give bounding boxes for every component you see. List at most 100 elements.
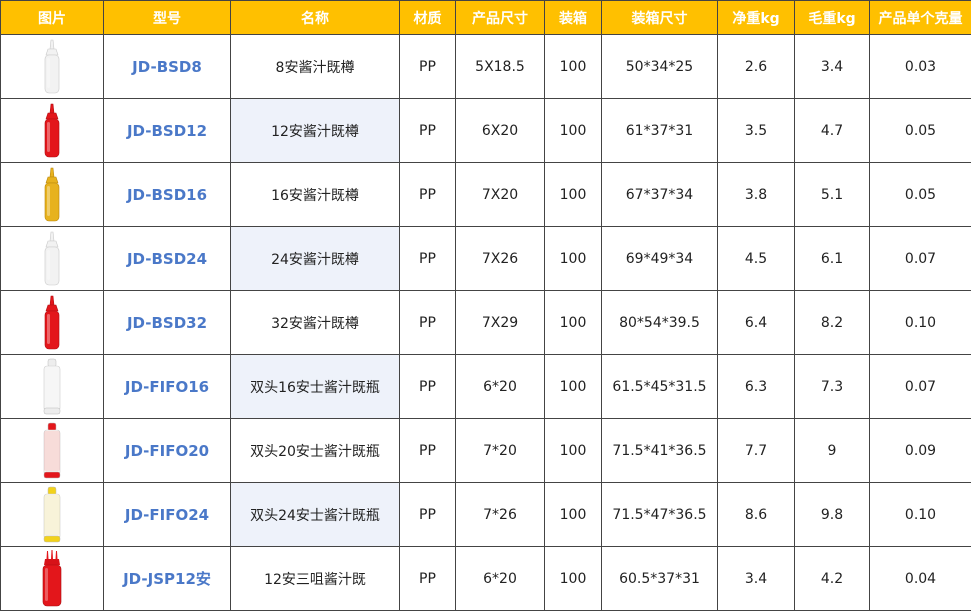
product-size: 7X26 (456, 227, 545, 291)
gross-weight: 5.1 (795, 163, 870, 227)
product-model: JD-FIFO20 (104, 419, 231, 483)
product-image-cell (1, 163, 104, 227)
product-image-cell (1, 419, 104, 483)
product-size: 6*20 (456, 547, 545, 611)
product-model: JD-BSD12 (104, 99, 231, 163)
product-material: PP (400, 163, 456, 227)
yellow-cap-fifo-bottle-image (1, 483, 103, 546)
product-size: 7X29 (456, 291, 545, 355)
pack-quantity: 100 (545, 355, 602, 419)
net-weight: 3.8 (718, 163, 795, 227)
carton-size: 71.5*47*36.5 (602, 483, 718, 547)
col-header-material: 材质 (400, 1, 456, 35)
product-material: PP (400, 483, 456, 547)
carton-size: 71.5*41*36.5 (602, 419, 718, 483)
table-body: JD-BSD88安酱汁既樽PP5X18.510050*34*252.63.40.… (1, 35, 971, 611)
red-squeeze-bottle-image (1, 291, 103, 354)
product-model: JD-BSD32 (104, 291, 231, 355)
unit-weight: 0.07 (870, 227, 971, 291)
pack-quantity: 100 (545, 35, 602, 99)
product-size: 7*20 (456, 419, 545, 483)
product-model: JD-FIFO16 (104, 355, 231, 419)
product-size: 7X20 (456, 163, 545, 227)
product-material: PP (400, 355, 456, 419)
header-row: 图片 型号 名称 材质 产品尺寸 装箱 装箱尺寸 净重kg 毛重kg 产品单个克… (1, 1, 971, 35)
product-image-cell (1, 483, 104, 547)
clear-fifo-bottle-image (1, 355, 103, 418)
gross-weight: 3.4 (795, 35, 870, 99)
unit-weight: 0.10 (870, 291, 971, 355)
product-image-cell (1, 355, 104, 419)
pack-quantity: 100 (545, 419, 602, 483)
carton-size: 69*49*34 (602, 227, 718, 291)
product-size: 6*20 (456, 355, 545, 419)
gross-weight: 4.7 (795, 99, 870, 163)
product-name: 双头16安士酱汁既瓶 (231, 355, 400, 419)
product-material: PP (400, 419, 456, 483)
gross-weight: 9 (795, 419, 870, 483)
table-row: JD-FIFO24双头24安士酱汁既瓶PP7*2610071.5*47*36.5… (1, 483, 971, 547)
gross-weight: 4.2 (795, 547, 870, 611)
red-squeeze-bottle-image (1, 99, 103, 162)
product-model: JD-BSD24 (104, 227, 231, 291)
product-image-cell (1, 547, 104, 611)
product-image-cell (1, 291, 104, 355)
table-header: 图片 型号 名称 材质 产品尺寸 装箱 装箱尺寸 净重kg 毛重kg 产品单个克… (1, 1, 971, 35)
pack-quantity: 100 (545, 163, 602, 227)
gross-weight: 8.2 (795, 291, 870, 355)
product-name: 16安酱汁既樽 (231, 163, 400, 227)
table-row: JD-JSP12安12安三咀酱汁既PP6*2010060.5*37*313.44… (1, 547, 971, 611)
product-name: 8安酱汁既樽 (231, 35, 400, 99)
pack-quantity: 100 (545, 227, 602, 291)
product-material: PP (400, 227, 456, 291)
pack-quantity: 100 (545, 291, 602, 355)
unit-weight: 0.04 (870, 547, 971, 611)
product-image-cell (1, 35, 104, 99)
net-weight: 6.4 (718, 291, 795, 355)
unit-weight: 0.09 (870, 419, 971, 483)
product-name: 24安酱汁既樽 (231, 227, 400, 291)
product-size: 6X20 (456, 99, 545, 163)
product-name: 12安酱汁既樽 (231, 99, 400, 163)
carton-size: 61.5*45*31.5 (602, 355, 718, 419)
product-model: JD-FIFO24 (104, 483, 231, 547)
product-material: PP (400, 35, 456, 99)
net-weight: 2.6 (718, 35, 795, 99)
col-header-unit-weight: 产品单个克量 (870, 1, 971, 35)
gross-weight: 7.3 (795, 355, 870, 419)
pack-quantity: 100 (545, 483, 602, 547)
carton-size: 61*37*31 (602, 99, 718, 163)
yellow-squeeze-bottle-image (1, 163, 103, 226)
col-header-pack: 装箱 (545, 1, 602, 35)
gross-weight: 9.8 (795, 483, 870, 547)
table-row: JD-FIFO20双头20安士酱汁既瓶PP7*2010071.5*41*36.5… (1, 419, 971, 483)
product-material: PP (400, 547, 456, 611)
white-squeeze-bottle-image (1, 35, 103, 98)
col-header-model: 型号 (104, 1, 231, 35)
table-row: JD-FIFO16双头16安士酱汁既瓶PP6*2010061.5*45*31.5… (1, 355, 971, 419)
net-weight: 4.5 (718, 227, 795, 291)
col-header-size: 产品尺寸 (456, 1, 545, 35)
product-size: 5X18.5 (456, 35, 545, 99)
product-model: JD-JSP12安 (104, 547, 231, 611)
white-squeeze-bottle-image (1, 227, 103, 290)
unit-weight: 0.05 (870, 99, 971, 163)
carton-size: 67*37*34 (602, 163, 718, 227)
product-name: 双头24安士酱汁既瓶 (231, 483, 400, 547)
product-image-cell (1, 227, 104, 291)
table-row: JD-BSD3232安酱汁既樽PP7X2910080*54*39.56.48.2… (1, 291, 971, 355)
pack-quantity: 100 (545, 547, 602, 611)
product-model: JD-BSD8 (104, 35, 231, 99)
product-image-cell (1, 99, 104, 163)
unit-weight: 0.05 (870, 163, 971, 227)
col-header-name: 名称 (231, 1, 400, 35)
table-row: JD-BSD1212安酱汁既樽PP6X2010061*37*313.54.70.… (1, 99, 971, 163)
product-size: 7*26 (456, 483, 545, 547)
net-weight: 6.3 (718, 355, 795, 419)
net-weight: 7.7 (718, 419, 795, 483)
carton-size: 50*34*25 (602, 35, 718, 99)
gross-weight: 6.1 (795, 227, 870, 291)
red-cap-fifo-bottle-image (1, 419, 103, 482)
product-material: PP (400, 291, 456, 355)
net-weight: 8.6 (718, 483, 795, 547)
